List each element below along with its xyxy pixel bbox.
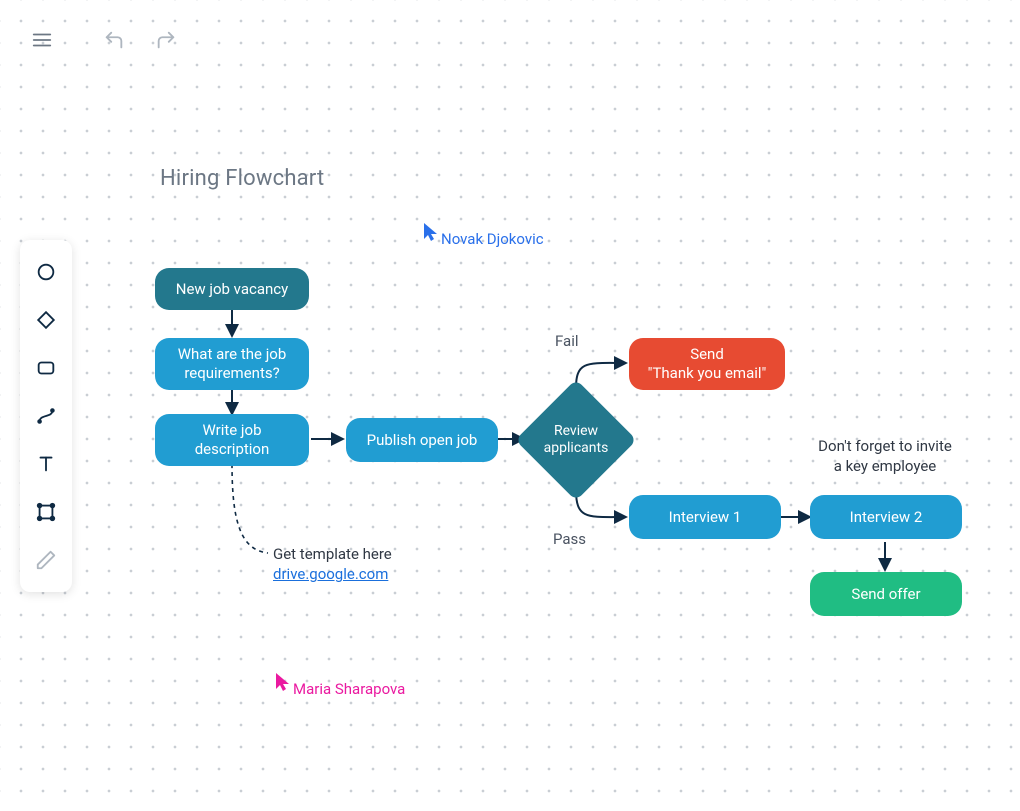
node-review-applicants[interactable]: Review applicants	[533, 397, 619, 483]
node-label: Interview 1	[669, 508, 742, 527]
diagram-title[interactable]: Hiring Flowchart	[160, 166, 324, 191]
annotation-text: Get template here	[273, 545, 392, 563]
tool-rectangle[interactable]	[26, 348, 66, 388]
menu-icon[interactable]	[28, 26, 56, 54]
node-interview-2[interactable]: Interview 2	[810, 495, 962, 539]
node-label: Review applicants	[533, 423, 619, 457]
cursor-icon	[275, 672, 291, 692]
node-requirements[interactable]: What are the job requirements?	[155, 338, 309, 390]
node-label: Send offer	[851, 585, 920, 604]
remote-cursor-maria: Maria Sharapova	[275, 672, 405, 698]
tool-text[interactable]	[26, 444, 66, 484]
node-send-thanks[interactable]: Send "Thank you email"	[629, 338, 785, 390]
diagram-canvas[interactable]: Hiring Flowchart Novak Djokovic Maria Sh…	[0, 0, 1020, 811]
node-label: Publish open job	[367, 431, 478, 450]
edge-label-pass: Pass	[553, 530, 586, 548]
tool-ellipse[interactable]	[26, 252, 66, 292]
node-label: What are the job requirements?	[167, 345, 297, 383]
remote-cursor-label: Maria Sharapova	[293, 680, 405, 698]
tool-pen[interactable]	[26, 540, 66, 580]
top-toolbar	[28, 26, 180, 54]
tool-diamond[interactable]	[26, 300, 66, 340]
tool-frame[interactable]	[26, 492, 66, 532]
node-label: Write job description	[167, 421, 297, 459]
undo-icon[interactable]	[100, 26, 128, 54]
node-label: New job vacancy	[176, 280, 289, 299]
annotation-template[interactable]: Get template here drive.google.com	[273, 544, 392, 585]
template-link[interactable]: drive.google.com	[273, 565, 388, 583]
node-label: Interview 2	[850, 508, 923, 527]
cursor-icon	[423, 222, 439, 242]
remote-cursor-label: Novak Djokovic	[441, 230, 544, 248]
edge-label-fail: Fail	[555, 332, 579, 350]
node-interview-1[interactable]: Interview 1	[629, 495, 781, 539]
node-new-job-vacancy[interactable]: New job vacancy	[155, 268, 309, 310]
node-label: Send "Thank you email"	[648, 345, 767, 383]
remote-cursor-novak: Novak Djokovic	[423, 222, 544, 248]
annotation-invite[interactable]: Don't forget to invite a key employee	[805, 436, 965, 477]
tool-connector[interactable]	[26, 396, 66, 436]
node-write-description[interactable]: Write job description	[155, 414, 309, 466]
redo-icon[interactable]	[152, 26, 180, 54]
node-send-offer[interactable]: Send offer	[810, 572, 962, 616]
shape-toolbar	[20, 240, 72, 592]
node-publish-job[interactable]: Publish open job	[346, 418, 498, 462]
